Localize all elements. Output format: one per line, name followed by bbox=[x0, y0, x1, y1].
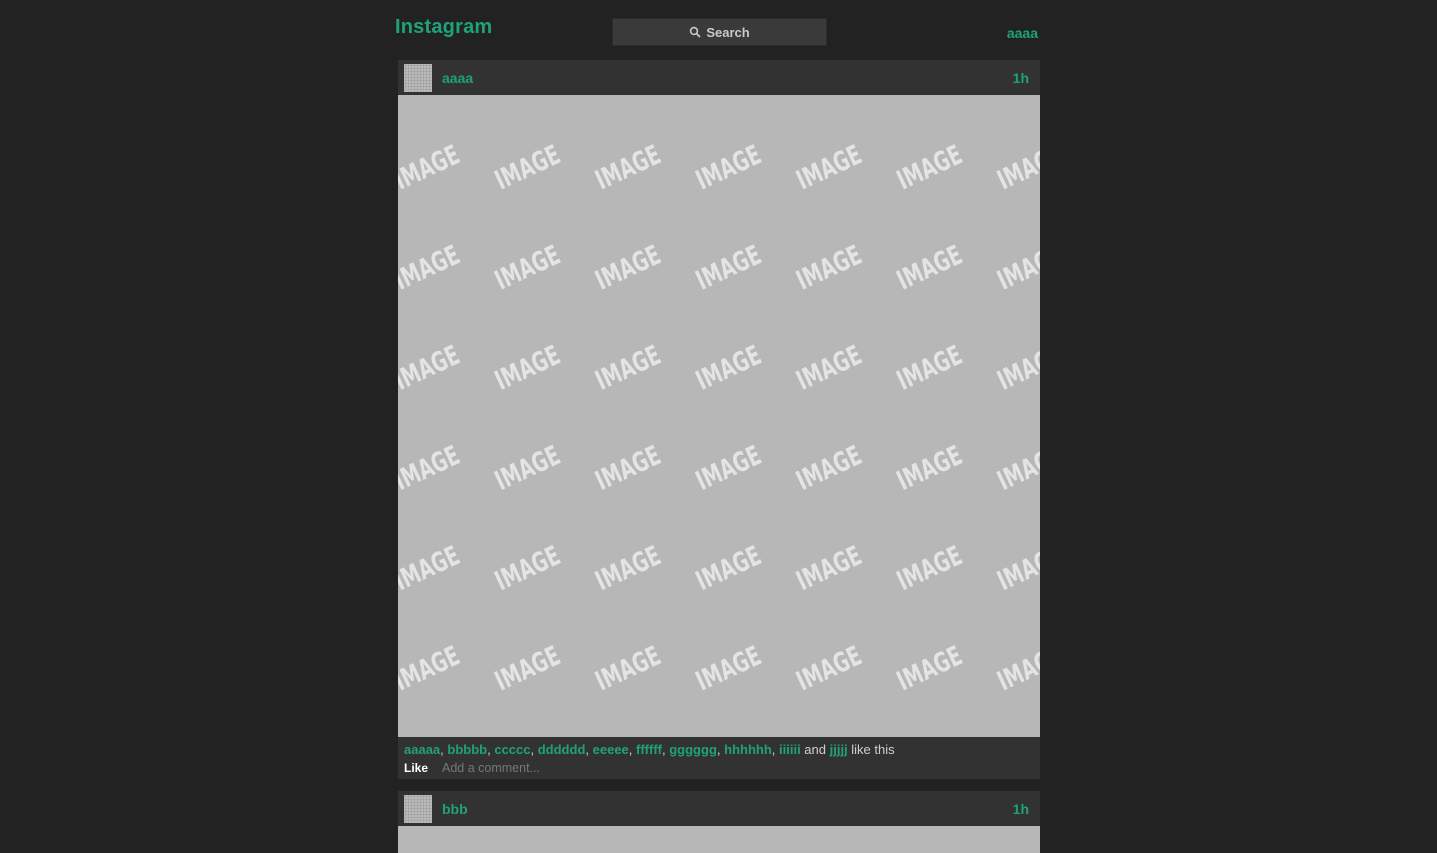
liker-link[interactable]: iiiiii bbox=[779, 742, 801, 757]
image-watermark-text: IMAGE bbox=[490, 641, 565, 698]
likes-line: aaaaa, bbbbb, ccccc, dddddd, eeeee, ffff… bbox=[404, 742, 895, 757]
image-watermark-text: IMAGE bbox=[792, 641, 867, 698]
image-watermark-text: IMAGE bbox=[490, 440, 565, 497]
liker-link[interactable]: gggggg bbox=[669, 742, 717, 757]
liker-link[interactable]: hhhhhh bbox=[724, 742, 772, 757]
image-watermark-text: IMAGE bbox=[792, 440, 867, 497]
image-watermark-text: IMAGE bbox=[398, 641, 465, 698]
image-watermark-text: IMAGE bbox=[398, 540, 465, 597]
image-watermark-text: IMAGE bbox=[691, 641, 766, 698]
post-username-link[interactable]: aaaa bbox=[442, 70, 473, 86]
image-watermark-text: IMAGE bbox=[892, 140, 967, 197]
brand-logo[interactable]: Instagram bbox=[395, 16, 492, 39]
image-watermark-text: IMAGE bbox=[591, 240, 666, 297]
like-button[interactable]: Like bbox=[404, 761, 428, 775]
image-watermark-text: IMAGE bbox=[691, 140, 766, 197]
image-watermark-text: IMAGE bbox=[792, 340, 867, 397]
image-watermark-text: IMAGE bbox=[993, 340, 1040, 397]
liker-link[interactable]: bbbbb bbox=[447, 742, 487, 757]
post-timestamp: 1h bbox=[1012, 70, 1029, 86]
avatar[interactable] bbox=[404, 795, 432, 823]
image-watermark-text: IMAGE bbox=[792, 540, 867, 597]
image-watermark-text: IMAGE bbox=[490, 240, 565, 297]
image-watermark-text: IMAGE bbox=[591, 440, 666, 497]
post-card: aaaa 1h IMAGE IMAGE IMAGE IMAGE IMAGE IMAGE IM… bbox=[398, 60, 1040, 779]
post-image[interactable] bbox=[398, 826, 1040, 853]
and-word: and bbox=[800, 742, 830, 757]
image-watermark-text: IMAGE bbox=[691, 440, 766, 497]
image-watermark-text: IMAGE bbox=[691, 240, 766, 297]
post-header: aaaa 1h bbox=[398, 60, 1040, 95]
image-watermark-text: IMAGE bbox=[490, 340, 565, 397]
image-watermark-text: IMAGE bbox=[591, 140, 666, 197]
image-watermark-text: IMAGE bbox=[691, 540, 766, 597]
search-label: Search bbox=[706, 24, 750, 40]
header-username-link[interactable]: aaaa bbox=[1007, 25, 1038, 41]
liker-link[interactable]: eeeee bbox=[593, 742, 629, 757]
image-watermark-text: IMAGE bbox=[398, 140, 465, 197]
liker-link[interactable]: aaaaa bbox=[404, 742, 440, 757]
image-watermark-text: IMAGE bbox=[892, 440, 967, 497]
post-image[interactable]: IMAGE IMAGE IMAGE IMAGE IMAGE IMAGE IMAGE IMAGE… bbox=[398, 95, 1040, 737]
image-watermark-text: IMAGE bbox=[792, 140, 867, 197]
image-watermark-text: IMAGE bbox=[398, 340, 465, 397]
action-line: Like bbox=[404, 759, 1034, 776]
image-watermark-text: IMAGE bbox=[398, 440, 465, 497]
image-watermark-text: IMAGE bbox=[892, 240, 967, 297]
image-watermark-text: IMAGE bbox=[993, 240, 1040, 297]
image-watermark-text: IMAGE bbox=[591, 641, 666, 698]
post-timestamp: 1h bbox=[1012, 801, 1029, 817]
like-suffix: like this bbox=[847, 742, 895, 757]
image-watermark-text: IMAGE bbox=[398, 240, 465, 297]
search-icon bbox=[690, 26, 701, 38]
image-watermark-text: IMAGE bbox=[490, 140, 565, 197]
image-watermark-text: IMAGE bbox=[892, 540, 967, 597]
page: Instagram Search aaaa aaaa 1h IMAGE IMAGE… bbox=[0, 0, 1437, 853]
image-watermark-text: IMAGE bbox=[993, 440, 1040, 497]
liker-link[interactable]: ccccc bbox=[494, 742, 530, 757]
post-footer: aaaaa, bbbbb, ccccc, dddddd, eeeee, ffff… bbox=[398, 737, 1040, 779]
liker-link[interactable]: dddddd bbox=[538, 742, 586, 757]
search-box[interactable]: Search bbox=[612, 18, 827, 46]
comment-input[interactable] bbox=[442, 760, 843, 775]
liker-link[interactable]: jjjjj bbox=[830, 742, 848, 757]
image-watermark-text: IMAGE bbox=[792, 240, 867, 297]
image-watermark-text: IMAGE bbox=[892, 340, 967, 397]
image-watermark-text: IMAGE bbox=[591, 540, 666, 597]
avatar[interactable] bbox=[404, 64, 432, 92]
image-watermark-text: IMAGE bbox=[993, 641, 1040, 698]
post-username-link[interactable]: bbb bbox=[442, 801, 468, 817]
image-watermark-text: IMAGE bbox=[490, 540, 565, 597]
post-header: bbb 1h bbox=[398, 791, 1040, 826]
image-watermark-text: IMAGE bbox=[691, 340, 766, 397]
liker-link[interactable]: ffffff bbox=[636, 742, 662, 757]
image-placeholder-pattern: IMAGE IMAGE IMAGE IMAGE IMAGE IMAGE IMAGE IMAGE… bbox=[398, 140, 1040, 698]
image-watermark-text: IMAGE bbox=[993, 540, 1040, 597]
image-watermark-text: IMAGE bbox=[591, 340, 666, 397]
image-watermark-text: IMAGE bbox=[892, 641, 967, 698]
post-card: bbb 1h bbox=[398, 791, 1040, 853]
image-watermark-text: IMAGE bbox=[993, 140, 1040, 197]
